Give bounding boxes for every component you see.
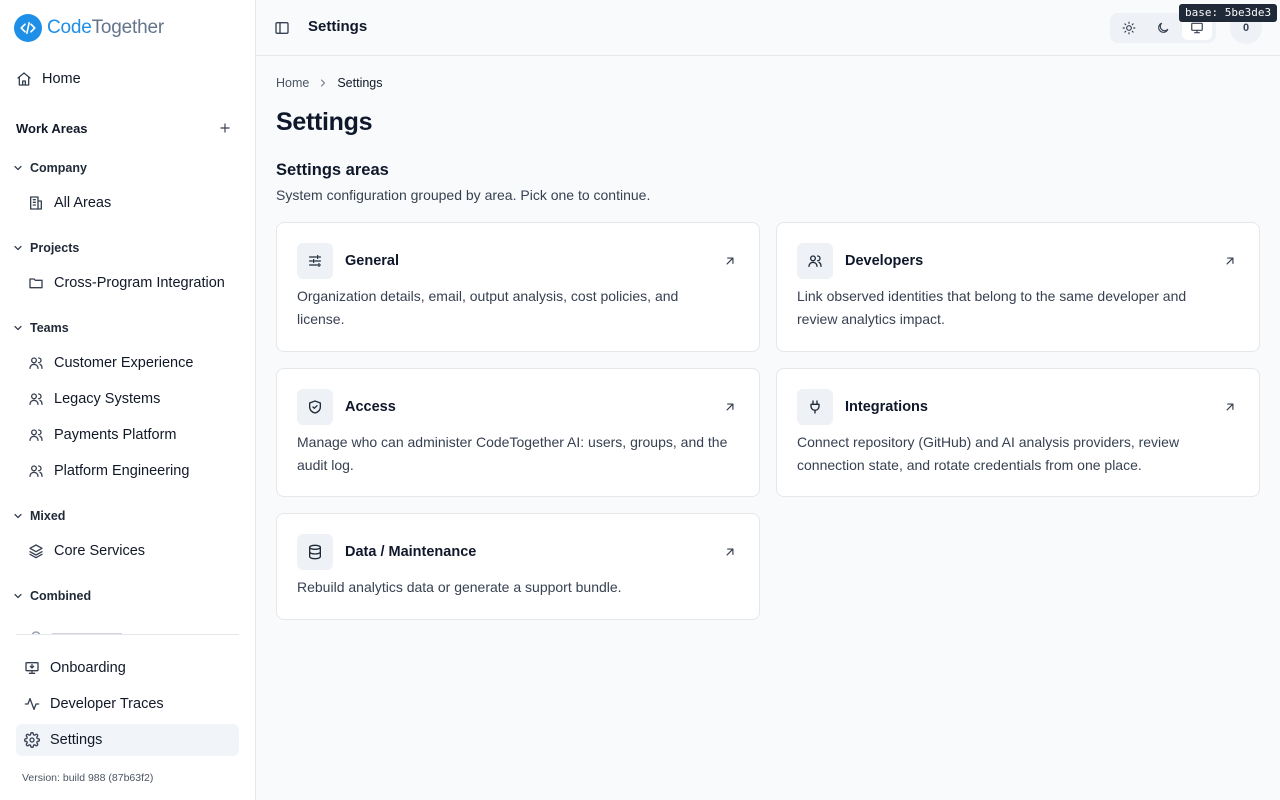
sidebar-item-label: Payments Platform <box>54 427 177 443</box>
add-work-area-plus-icon[interactable] <box>218 121 232 135</box>
sidebar-divider <box>16 634 239 635</box>
arrow-up-right-icon <box>726 548 734 556</box>
settings-card-general[interactable]: General Organization details, email, out… <box>276 222 760 352</box>
top-bar: Settings 0 <box>256 0 1280 56</box>
home-icon <box>17 72 31 86</box>
work-areas-heading: Work Areas <box>16 121 88 136</box>
sidebar-item-developer-traces[interactable]: Developer Traces <box>16 688 239 720</box>
sidebar-item-all-areas[interactable]: All Areas <box>28 195 111 211</box>
sidebar-item-onboarding[interactable]: Onboarding <box>16 652 239 684</box>
dark-theme-button[interactable] <box>1148 16 1178 40</box>
group-company[interactable]: Company <box>12 161 87 175</box>
group-combined[interactable]: Combined <box>12 589 91 603</box>
brand-logo[interactable]: CodeTogether <box>14 14 164 42</box>
section-title: Settings areas <box>276 161 389 179</box>
sidebar-item-home[interactable]: Home <box>16 71 81 87</box>
card-title: Integrations <box>845 399 928 415</box>
settings-card-data-maintenance[interactable]: Data / Maintenance Rebuild analytics dat… <box>276 513 760 620</box>
brand-name: CodeTogether <box>47 17 164 38</box>
section-description: System configuration grouped by area. Pi… <box>276 187 651 203</box>
sidebar-item-label: Cross-Program Integration <box>54 275 225 291</box>
monitor-icon <box>1191 22 1203 34</box>
group-mixed[interactable]: Mixed <box>12 509 65 523</box>
version-label: Version: build 988 (87b63f2) <box>22 772 154 784</box>
breadcrumb-home-link[interactable]: Home <box>276 76 309 90</box>
sidebar-item-cross-program-integration[interactable]: Cross-Program Integration <box>28 275 225 291</box>
card-title: Developers <box>845 253 924 269</box>
sidebar-toggle-icon[interactable] <box>274 20 290 36</box>
card-title: Access <box>345 399 396 415</box>
settings-card-developers[interactable]: Developers Link observed identities that… <box>776 222 1260 352</box>
sidebar-item-customer-experience[interactable]: Customer Experience <box>28 355 193 371</box>
sun-icon <box>1122 21 1136 35</box>
chevron-right-icon <box>321 79 326 87</box>
base-version-tag: base: 5be3de3 <box>1179 4 1278 22</box>
light-theme-button[interactable] <box>1114 16 1144 40</box>
chevron-down-icon <box>14 165 22 171</box>
arrow-up-right-icon <box>726 257 734 265</box>
sidebar-item-label: Settings <box>50 732 103 748</box>
card-description: Rebuild analytics data or generate a sup… <box>297 579 622 595</box>
database-icon <box>309 544 321 560</box>
sidebar-item-legacy-systems[interactable]: Legacy Systems <box>28 391 160 407</box>
sidebar-item-platform-engineering[interactable]: Platform Engineering <box>28 463 189 479</box>
users-icon <box>808 255 822 267</box>
group-teams[interactable]: Teams <box>12 321 69 335</box>
breadcrumb-current: Settings <box>337 76 383 90</box>
users-icon <box>29 429 43 441</box>
sidebar-item-settings[interactable]: Settings <box>16 724 239 756</box>
arrow-up-right-icon <box>1226 257 1234 265</box>
sidebar-scroll-overflow[interactable] <box>16 624 239 634</box>
sidebar-item-core-services[interactable]: Core Services <box>28 543 145 559</box>
card-description: Connect repository (GitHub) and AI analy… <box>797 434 1180 473</box>
chevron-down-icon <box>14 593 22 599</box>
users-icon <box>29 465 43 477</box>
arrow-up-right-icon <box>726 403 734 411</box>
header-title: Settings <box>308 18 368 35</box>
sidebar-item-label: Core Services <box>54 543 146 559</box>
shield-check-icon <box>309 400 321 414</box>
settings-card-integrations[interactable]: Integrations Connect repository (GitHub)… <box>776 368 1260 497</box>
card-description: Organization details, email, output anal… <box>297 288 679 327</box>
sidebar-item-label: Legacy Systems <box>54 391 161 407</box>
moon-icon <box>1158 22 1169 33</box>
users-icon <box>29 393 43 405</box>
chevron-down-icon <box>14 325 22 331</box>
gear-icon <box>24 732 40 748</box>
logo-code-icon <box>14 14 42 42</box>
arrow-up-right-icon <box>1226 403 1234 411</box>
sidebar-item-label: Platform Engineering <box>54 463 190 479</box>
breadcrumb: Home Settings <box>276 76 383 90</box>
card-title: General <box>345 253 399 269</box>
settings-card-access[interactable]: Access Manage who can administer CodeTog… <box>276 368 760 497</box>
sidebar-item-label: Customer Experience <box>54 355 194 371</box>
group-projects[interactable]: Projects <box>12 241 79 255</box>
page-title: Settings <box>276 108 373 136</box>
sidebar: CodeTogether Home Work Areas Company All… <box>0 0 256 800</box>
sliders-icon <box>309 255 321 267</box>
chevron-down-icon <box>14 513 22 519</box>
monitor-download-icon <box>25 662 39 674</box>
users-icon <box>29 357 43 369</box>
sidebar-item-label: Onboarding <box>50 660 126 676</box>
card-title: Data / Maintenance <box>345 544 477 560</box>
plug-icon <box>810 400 820 414</box>
sidebar-item-label: Home <box>42 71 81 87</box>
card-description: Manage who can administer CodeTogether A… <box>297 434 728 473</box>
chevron-down-icon <box>14 245 22 251</box>
sidebar-item-label: All Areas <box>54 195 112 211</box>
folder-icon <box>29 278 43 289</box>
card-description: Link observed identities that belong to … <box>797 288 1187 327</box>
activity-icon <box>24 698 40 710</box>
building-icon <box>30 196 42 210</box>
layers-icon <box>29 544 43 559</box>
sidebar-item-label: Developer Traces <box>50 696 164 712</box>
sidebar-item-payments-platform[interactable]: Payments Platform <box>28 427 177 443</box>
